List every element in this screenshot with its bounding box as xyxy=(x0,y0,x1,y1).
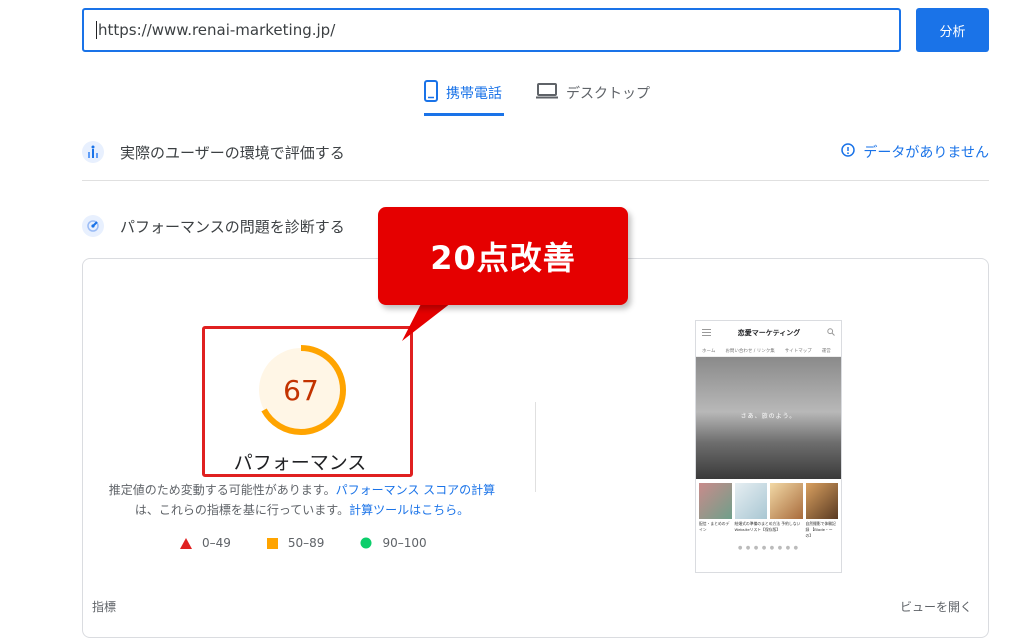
mobile-phone-icon xyxy=(424,80,438,106)
preview-nav-item: サイトマップ xyxy=(784,348,812,354)
field-data-title: 実際のユーザーの環境で評価する xyxy=(120,143,345,162)
legend-range-average: 50–89 xyxy=(287,536,325,550)
preview-nav-item: お問い合わせ / リンク集 xyxy=(725,348,775,354)
vertical-separator xyxy=(535,402,536,492)
expand-view-toggle[interactable]: ビューを開く xyxy=(900,598,972,615)
preview-hero-image: さあ、旅のよう。 xyxy=(696,357,841,479)
preview-nav-item: ホーム xyxy=(702,348,716,354)
preview-header: 恋愛マーケティング xyxy=(696,321,841,345)
tab-mobile[interactable]: 携帯電話 xyxy=(424,70,502,116)
preview-caption: 自然撮影で体験記録 【Blade・ーの】 xyxy=(805,521,836,538)
info-icon xyxy=(841,143,856,161)
lab-data-icon xyxy=(82,215,104,237)
tab-desktop[interactable]: デスクトップ xyxy=(536,70,650,116)
tab-desktop-label: デスクトップ xyxy=(566,86,650,102)
preview-caption: 配信・まとめのデイン xyxy=(699,521,730,532)
legend-range-pass: 90–100 xyxy=(382,536,427,550)
hamburger-menu-icon xyxy=(702,328,711,338)
preview-hero-text: さあ、旅のよう。 xyxy=(740,413,797,420)
improvement-callout: 20点改善 xyxy=(378,207,628,305)
legend-range-fail: 0–49 xyxy=(202,536,231,550)
preview-thumbnail xyxy=(770,483,803,519)
legend-item-fail: 0–49 xyxy=(180,536,231,550)
legend-item-pass: 90–100 xyxy=(360,536,427,550)
calculator-link[interactable]: 計算ツールはこちら。 xyxy=(349,503,469,517)
score-highlight-box xyxy=(202,326,413,477)
preview-pagination-dots: ● ● ● ● ● ● ● ● xyxy=(737,545,800,551)
legend-item-average: 50–89 xyxy=(266,536,325,550)
triangle-icon xyxy=(180,537,192,549)
metrics-heading: 指標 xyxy=(92,600,117,614)
note-text-2: は、これらの指標を基に行っています。 xyxy=(134,503,350,517)
field-data-icon xyxy=(82,141,104,163)
desktop-icon xyxy=(536,83,558,103)
preview-nav-item: 運営 xyxy=(821,348,831,354)
text-cursor xyxy=(96,21,97,39)
analyze-button[interactable]: 分析 xyxy=(916,8,989,52)
field-data-section: 実際のユーザーの環境で評価する データがありません xyxy=(82,132,989,172)
preview-search-icon xyxy=(827,328,835,338)
note-text-1: 推定値のため変動する可能性があります。 xyxy=(108,483,336,497)
preview-site-title: 恋愛マーケティング xyxy=(737,329,801,337)
lab-data-title: パフォーマンスの問題を診断する xyxy=(120,217,345,236)
device-tabs: 携帯電話 デスクトップ xyxy=(0,70,1024,116)
preview-thumbnail xyxy=(734,483,767,519)
preview-captions: 配信・まとめのデイン 結婚式の準備のまとめ方法 予約しない Websiteリスト… xyxy=(696,519,841,541)
square-icon xyxy=(266,537,278,549)
page-screenshot-preview: 恋愛マーケティング ホーム お問い合わせ / リンク集 サイトマップ 運営 さあ… xyxy=(695,320,842,573)
preview-nav: ホーム お問い合わせ / リンク集 サイトマップ 運営 xyxy=(696,345,841,357)
preview-thumbnail xyxy=(699,483,732,519)
no-data-text: データがありません xyxy=(863,145,989,161)
tab-mobile-label: 携帯電話 xyxy=(446,86,502,102)
no-data-notice: データがありません xyxy=(841,142,989,162)
preview-thumbnails xyxy=(696,479,841,519)
tab-selected-indicator xyxy=(424,113,504,116)
circle-icon xyxy=(360,537,372,549)
score-note: 推定値のため変動する可能性があります。パフォーマンス スコアの計算 は、これらの… xyxy=(92,480,512,520)
section-divider xyxy=(82,180,989,181)
score-legend: 0–49 50–89 90–100 xyxy=(180,536,427,550)
preview-caption: 結婚式の準備のまとめ方法 予約しない Websiteリスト【保存版】 xyxy=(734,521,801,532)
preview-thumbnail xyxy=(805,483,838,519)
score-calc-link[interactable]: パフォーマンス スコアの計算 xyxy=(336,483,496,497)
url-input[interactable]: https://www.renai-marketing.jp/ xyxy=(82,8,901,52)
url-input-value: https://www.renai-marketing.jp/ xyxy=(98,21,336,39)
